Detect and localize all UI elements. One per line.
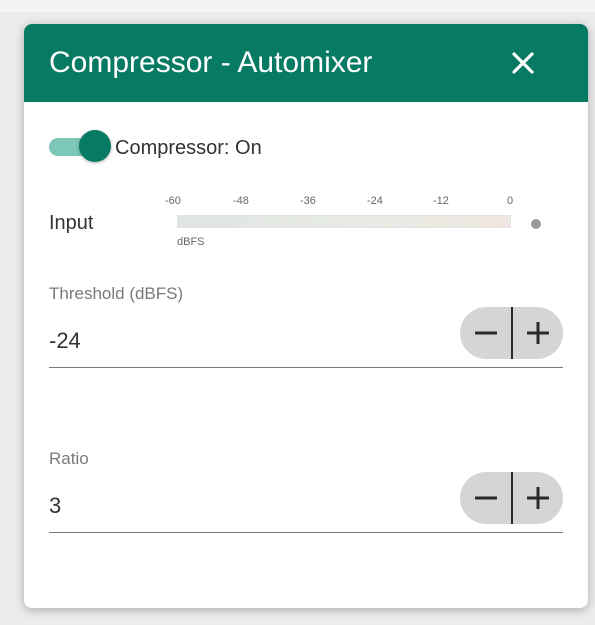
meter-scale-tick: -36 — [300, 195, 316, 207]
compressor-toggle[interactable] — [49, 128, 111, 164]
meter-scale-tick: -48 — [233, 195, 249, 207]
meter-scale-tick: -24 — [367, 195, 383, 207]
minus-icon — [474, 331, 497, 335]
input-level-meter — [177, 215, 511, 228]
ratio-stepper — [460, 472, 563, 524]
threshold-stepper — [460, 307, 563, 359]
close-button[interactable] — [502, 42, 544, 84]
dialog-header: Compressor - Automixer — [24, 24, 588, 102]
dialog-title: Compressor - Automixer — [49, 46, 373, 79]
threshold-decrement-button[interactable] — [460, 307, 511, 359]
ratio-decrement-button[interactable] — [460, 472, 511, 524]
minus-icon — [474, 496, 497, 500]
ratio-label: Ratio — [49, 449, 89, 468]
threshold-underline — [49, 367, 563, 368]
threshold-value[interactable]: -24 — [49, 328, 81, 354]
input-meter-label: Input — [49, 212, 94, 234]
clip-indicator — [531, 219, 541, 229]
meter-unit-label: dBFS — [177, 236, 205, 248]
meter-scale-tick: -12 — [433, 195, 449, 207]
compressor-toggle-row: Compressor: On — [49, 128, 449, 164]
close-icon — [512, 52, 534, 74]
toggle-knob — [79, 130, 111, 162]
compressor-toggle-label: Compressor: On — [115, 137, 262, 159]
threshold-increment-button[interactable] — [512, 307, 563, 359]
meter-scale-tick: 0 — [507, 195, 514, 207]
ratio-value[interactable]: 3 — [49, 493, 61, 519]
meter-scale-tick: -60 — [165, 195, 181, 207]
ratio-increment-button[interactable] — [512, 472, 563, 524]
plus-icon — [526, 487, 549, 509]
compressor-dialog: Compressor - Automixer Compressor: On In… — [24, 24, 588, 608]
backdrop-top — [0, 0, 595, 12]
plus-icon — [526, 322, 549, 344]
threshold-label: Threshold (dBFS) — [49, 284, 184, 303]
ratio-underline — [49, 532, 563, 533]
